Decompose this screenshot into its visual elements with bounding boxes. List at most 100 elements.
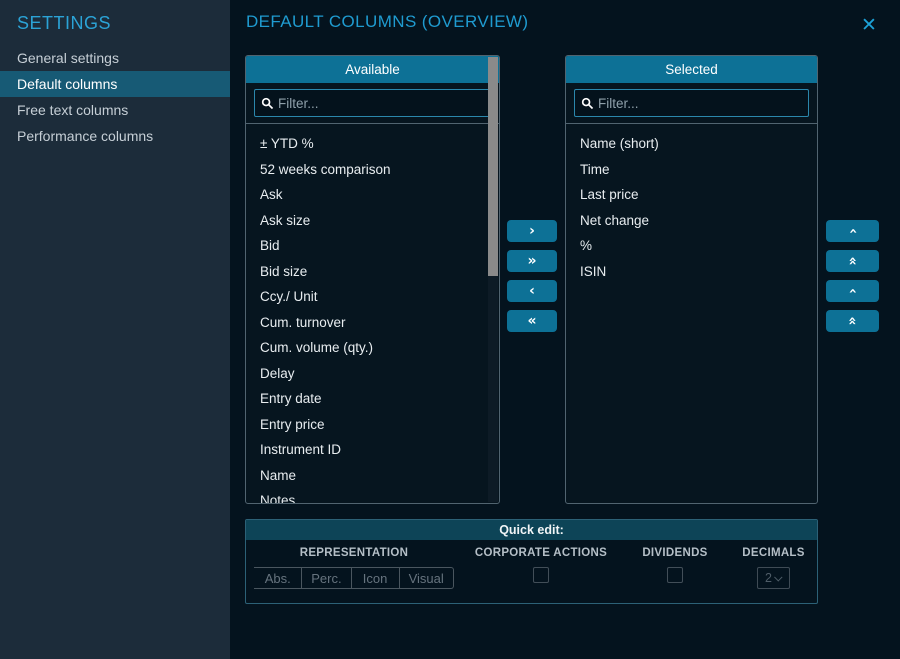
move-down-button[interactable]: ›: [826, 280, 879, 302]
available-list-item[interactable]: ± YTD %: [246, 131, 499, 157]
decimals-label: DECIMALS: [742, 547, 804, 559]
sidebar-title: SETTINGS: [0, 0, 230, 34]
available-list-item[interactable]: Entry date: [246, 386, 499, 412]
list-item-label: Notes: [260, 493, 295, 503]
chevron-down-icon: ›: [846, 288, 860, 294]
move-left-button[interactable]: ‹: [507, 280, 557, 302]
representation-label: REPRESENTATION: [300, 547, 409, 559]
list-item-label: Time: [580, 162, 610, 177]
available-list-item[interactable]: Notes: [246, 488, 499, 503]
representation-option-button[interactable]: Perc.: [302, 567, 351, 589]
move-right-button[interactable]: ›: [507, 220, 557, 242]
representation-option-button[interactable]: Icon: [352, 567, 400, 589]
representation-option-button[interactable]: Abs.: [254, 567, 302, 589]
list-item-label: %: [580, 238, 592, 253]
dividends-checkbox[interactable]: [667, 567, 683, 583]
available-list-item[interactable]: Cum. volume (qty.): [246, 335, 499, 361]
sidebar-item[interactable]: Free text columns: [0, 97, 230, 123]
dialog-title: DEFAULT COLUMNS (OVERVIEW): [246, 12, 528, 32]
list-item-label: Cum. volume (qty.): [260, 340, 373, 355]
selected-list-item[interactable]: ISIN: [566, 259, 817, 285]
move-up-button[interactable]: ‹: [826, 220, 879, 242]
move-all-right-button[interactable]: »: [507, 250, 557, 272]
available-filter-input[interactable]: [278, 96, 484, 111]
selected-panel-header: Selected: [566, 56, 817, 83]
available-list-item[interactable]: Name: [246, 463, 499, 489]
selected-list-item[interactable]: Net change: [566, 208, 817, 234]
chevron-left-icon: ‹: [529, 284, 535, 298]
chevron-right-icon: ›: [529, 224, 535, 238]
selected-filter-box[interactable]: [574, 89, 809, 117]
chevron-up-icon: ‹: [846, 228, 860, 234]
sidebar-item-label: Performance columns: [17, 128, 153, 144]
settings-window: SETTINGS General settings Default column…: [0, 0, 900, 659]
available-list-item[interactable]: Ccy./ Unit: [246, 284, 499, 310]
sidebar-item-label: Default columns: [17, 76, 117, 92]
list-item-label: ISIN: [580, 264, 606, 279]
available-list-item[interactable]: 52 weeks comparison: [246, 157, 499, 183]
decimals-column: DECIMALS 2: [730, 547, 817, 589]
scrollbar-thumb[interactable]: [488, 57, 498, 276]
quick-edit-columns: REPRESENTATION Abs. Perc. Icon Visual CO…: [246, 540, 817, 589]
chevron-double-right-icon: »: [527, 254, 536, 268]
available-list-item[interactable]: Bid: [246, 233, 499, 259]
available-filter-box[interactable]: [254, 89, 491, 117]
quick-edit-title: Quick edit:: [246, 520, 817, 540]
chevron-down-icon: [774, 573, 782, 581]
available-list-item[interactable]: Delay: [246, 361, 499, 387]
list-item-label: Bid size: [260, 264, 307, 279]
move-bottom-button[interactable]: »: [826, 310, 879, 332]
sidebar-nav: General settings Default columns Free te…: [0, 45, 230, 149]
sidebar-item[interactable]: General settings: [0, 45, 230, 71]
selected-panel: Selected Name (short) Time: [565, 55, 818, 504]
selected-list-item[interactable]: %: [566, 233, 817, 259]
list-item-label: Ask size: [260, 213, 310, 228]
move-top-button[interactable]: «: [826, 250, 879, 272]
sidebar-item-label: General settings: [17, 50, 119, 66]
available-list-item[interactable]: Entry price: [246, 412, 499, 438]
decimals-value: 2: [765, 571, 772, 585]
available-scrollbar[interactable]: [488, 57, 498, 502]
close-icon[interactable]: ✕: [857, 13, 881, 37]
sidebar-item[interactable]: Default columns: [0, 71, 230, 97]
list-item-label: Cum. turnover: [260, 315, 346, 330]
list-item-label: Net change: [580, 213, 649, 228]
available-list: ± YTD % 52 weeks comparison Ask Ask size…: [246, 124, 499, 503]
available-panel-header: Available: [246, 56, 499, 83]
sidebar-item-label: Free text columns: [17, 102, 128, 118]
move-all-left-button[interactable]: «: [507, 310, 557, 332]
available-filter-row: [246, 83, 499, 124]
quick-edit-panel: Quick edit: REPRESENTATION Abs. Perc. Ic…: [245, 519, 818, 604]
dividends-column: DIVIDENDS: [620, 547, 730, 589]
list-item-label: Ask: [260, 187, 283, 202]
available-list-item[interactable]: Ask: [246, 182, 499, 208]
list-item-label: 52 weeks comparison: [260, 162, 391, 177]
available-list-item[interactable]: Cum. turnover: [246, 310, 499, 336]
chevron-double-down-icon: »: [845, 316, 859, 325]
available-list-item[interactable]: Ask size: [246, 208, 499, 234]
available-list-item[interactable]: Bid size: [246, 259, 499, 285]
representation-options: Abs. Perc. Icon Visual: [254, 567, 454, 589]
selected-list-item[interactable]: Last price: [566, 182, 817, 208]
list-item-label: Name: [260, 468, 296, 483]
corporate-actions-label: CORPORATE ACTIONS: [475, 547, 607, 559]
selected-list-item[interactable]: Time: [566, 157, 817, 183]
corporate-actions-checkbox[interactable]: [533, 567, 549, 583]
chevron-double-up-icon: «: [845, 256, 859, 265]
selected-list: Name (short) Time Last price Net change …: [566, 124, 817, 503]
representation-option-button[interactable]: Visual: [400, 567, 454, 589]
decimals-dropdown[interactable]: 2: [757, 567, 790, 589]
transfer-buttons: › » ‹ «: [507, 220, 557, 332]
sidebar: SETTINGS General settings Default column…: [0, 0, 230, 659]
list-item-label: Delay: [260, 366, 295, 381]
chevron-double-left-icon: «: [527, 314, 536, 328]
selected-filter-input[interactable]: [598, 96, 802, 111]
reorder-buttons: ‹ « › »: [826, 220, 879, 332]
list-item-label: ± YTD %: [260, 136, 314, 151]
list-item-label: Entry date: [260, 391, 322, 406]
selected-list-item[interactable]: Name (short): [566, 131, 817, 157]
available-list-item[interactable]: Instrument ID: [246, 437, 499, 463]
sidebar-item[interactable]: Performance columns: [0, 123, 230, 149]
list-item-label: Entry price: [260, 417, 325, 432]
corporate-actions-column: CORPORATE ACTIONS: [462, 547, 620, 589]
